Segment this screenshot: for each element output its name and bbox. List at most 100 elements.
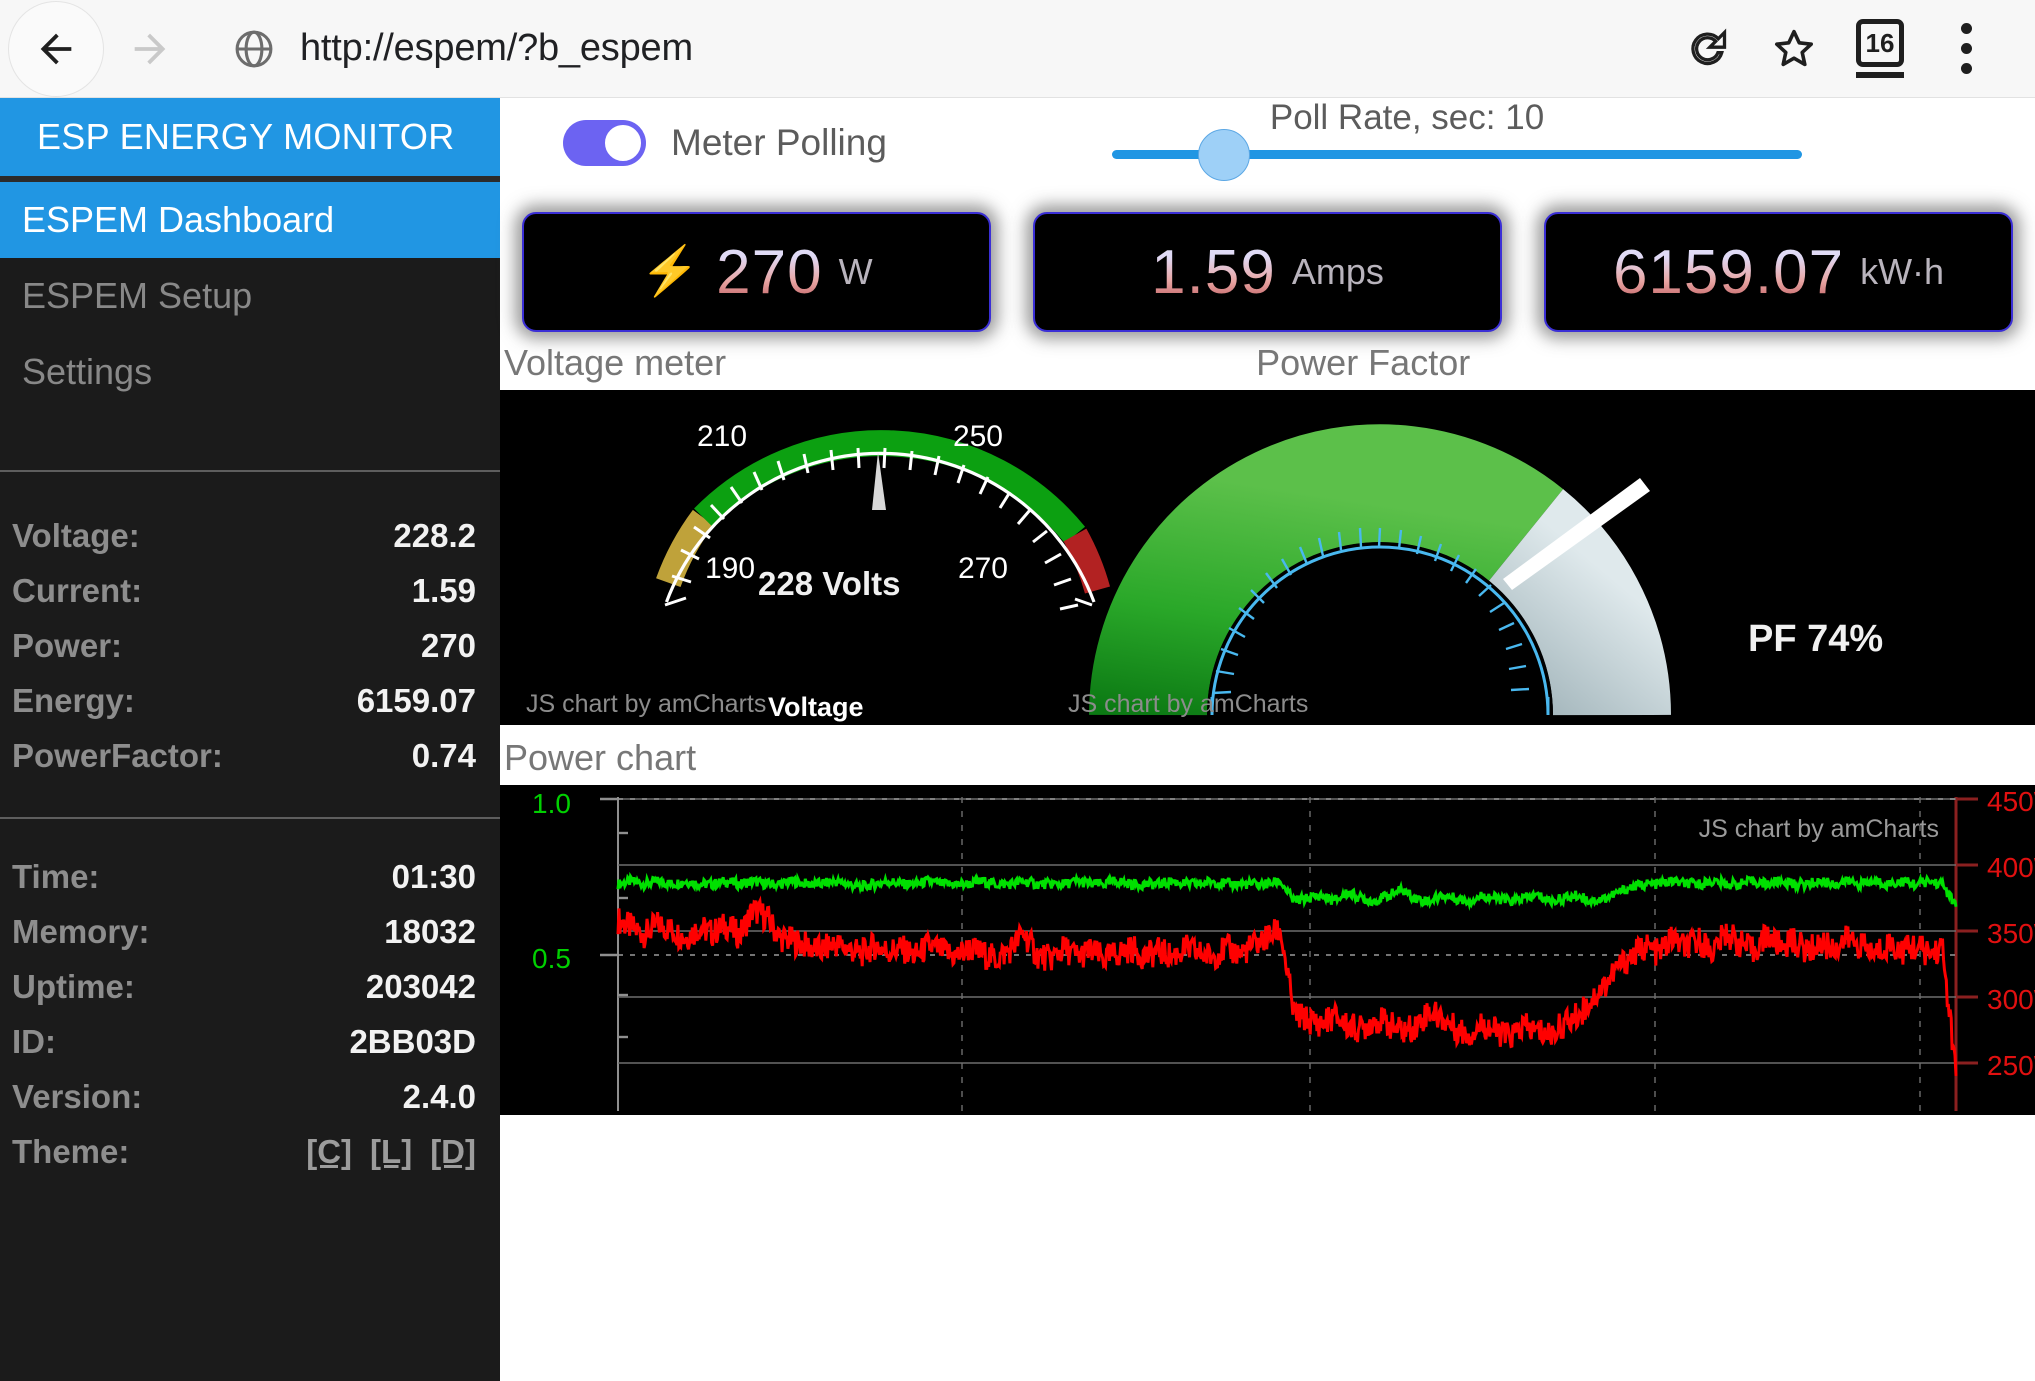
gauge-headers: Voltage meter Power Factor [500, 332, 2035, 390]
stat-value: 18032 [384, 913, 476, 951]
meter-polling-toggle[interactable] [563, 120, 646, 166]
voltage-meter-title: Voltage meter [504, 342, 1256, 384]
theme-option-d[interactable]: [D] [430, 1133, 476, 1171]
stat-row-version: Version: 2.4.0 [12, 1069, 476, 1124]
left-axis-ticks [600, 799, 628, 1037]
gauges-panel: 190 210 230 250 270 [500, 390, 2035, 725]
stat-value: 2.4.0 [403, 1078, 476, 1116]
stat-value: 01:30 [392, 858, 476, 896]
stat-row-current: Current: 1.59 [12, 563, 476, 618]
reload-button[interactable] [1665, 1, 1751, 97]
right-axis-label-450: 450W [1987, 786, 2035, 818]
stat-row-id: ID: 2BB03D [12, 1014, 476, 1069]
bookmark-button[interactable] [1751, 1, 1837, 97]
browser-toolbar: http://espem/?b_espem 16 [0, 0, 2035, 98]
power-chart-watermark: JS chart by amCharts [1699, 815, 1939, 844]
sidebar-spacer [0, 410, 500, 470]
svg-text:250: 250 [953, 420, 1003, 453]
sidebar-item-espem-setup[interactable]: ESPEM Setup [0, 258, 500, 334]
sidebar: ESP ENERGY MONITOR ESPEM Dashboard ESPEM… [0, 98, 500, 1381]
stat-value: 2BB03D [349, 1023, 476, 1061]
tab-underline [1856, 72, 1904, 78]
stat-label: Version: [12, 1078, 142, 1116]
power-factor-gauge-chart [1040, 390, 1820, 725]
stat-label: Time: [12, 858, 99, 896]
stat-value: 270 [421, 627, 476, 665]
pf-gauge-watermark: JS chart by amCharts [1068, 690, 1308, 719]
metric-card-current: 1.59 Amps [1033, 212, 1502, 332]
stat-value: 228.2 [393, 517, 476, 555]
metric-cards: ⚡ 270 W 1.59 Amps 6159.07 kW·h [500, 208, 2035, 332]
site-info-button[interactable] [222, 1, 286, 97]
right-axis-label-350: 350W [1987, 918, 2035, 950]
voltage-gauge-watermark: JS chart by amCharts [526, 690, 766, 719]
metric-card-power: ⚡ 270 W [522, 212, 991, 332]
sidebar-item-label: ESPEM Dashboard [22, 199, 334, 241]
slider-thumb[interactable] [1198, 129, 1250, 181]
right-axis-ticks [1956, 799, 1978, 1063]
poll-rate-slider[interactable] [1112, 150, 1802, 159]
stat-row-theme: Theme: [C] [L] [D] [12, 1124, 476, 1179]
meter-polling-label: Meter Polling [671, 122, 887, 164]
toggle-knob [603, 123, 643, 163]
power-chart-panel: 1.0 0.5 450W 400W 350W 300W 250W JS char… [500, 785, 2035, 1115]
url-bar[interactable]: http://espem/?b_espem [300, 27, 693, 70]
app-title: ESP ENERGY MONITOR [0, 98, 500, 176]
metric-unit: Amps [1292, 251, 1384, 293]
star-icon [1770, 25, 1818, 73]
metric-value: 6159.07 [1613, 237, 1844, 308]
lightning-bolt-icon: ⚡ [640, 248, 700, 296]
theme-switcher: [C] [L] [D] [306, 1133, 476, 1171]
controls-row: Meter Polling Poll Rate, sec: 10 [500, 98, 2035, 208]
sidebar-item-label: Settings [22, 351, 152, 393]
slider-track[interactable] [1112, 150, 1802, 159]
stat-label: Power: [12, 627, 122, 665]
svg-text:190: 190 [705, 552, 755, 585]
stat-label: Current: [12, 572, 142, 610]
stat-value: 203042 [366, 968, 476, 1006]
stat-label: Voltage: [12, 517, 140, 555]
power-series [618, 901, 1956, 1076]
power-factor-title: Power Factor [1256, 342, 2008, 384]
forward-button[interactable] [110, 1, 190, 97]
stat-row-power: Power: 270 [12, 618, 476, 673]
voltage-axis-title: Voltage [768, 692, 864, 723]
metric-unit: W [839, 251, 873, 293]
stat-value: 1.59 [412, 572, 476, 610]
forward-arrow-icon [127, 26, 173, 72]
stat-row-energy: Energy: 6159.07 [12, 673, 476, 728]
stat-label: PowerFactor: [12, 737, 223, 775]
stat-label: Energy: [12, 682, 135, 720]
svg-text:210: 210 [697, 420, 747, 453]
meter-stats-list: Voltage: 228.2 Current: 1.59 Power: 270 … [0, 472, 500, 817]
sidebar-item-espem-dashboard[interactable]: ESPEM Dashboard [0, 182, 500, 258]
power-factor-series [618, 876, 1956, 906]
stat-label: Theme: [12, 1133, 129, 1171]
browser-menu-button[interactable] [1923, 1, 2009, 97]
main-content: Meter Polling Poll Rate, sec: 10 ⚡ 270 W… [500, 98, 2035, 1381]
power-chart-title: Power chart [504, 737, 2035, 779]
stat-label: Memory: [12, 913, 150, 951]
theme-option-l[interactable]: [L] [370, 1133, 412, 1171]
meter-polling-control[interactable]: Meter Polling [563, 120, 887, 166]
metric-value: 1.59 [1151, 237, 1276, 308]
sidebar-item-settings[interactable]: Settings [0, 334, 500, 410]
pf-center-value: PF 74% [1748, 618, 1883, 661]
svg-text:270: 270 [958, 552, 1008, 585]
theme-option-c[interactable]: [C] [306, 1133, 352, 1171]
right-axis-label-400: 400W [1987, 852, 2035, 884]
left-axis-label-05: 0.5 [532, 943, 571, 975]
sidebar-item-label: ESPEM Setup [22, 275, 252, 317]
tab-switcher-button[interactable]: 16 [1837, 1, 1923, 97]
stat-row-uptime: Uptime: 203042 [12, 959, 476, 1014]
stat-row-voltage: Voltage: 228.2 [12, 508, 476, 563]
stat-row-time: Time: 01:30 [12, 849, 476, 904]
stat-row-memory: Memory: 18032 [12, 904, 476, 959]
reload-icon [1686, 27, 1730, 71]
right-axis-label-250: 250W [1987, 1050, 2035, 1082]
stat-value: 0.74 [412, 737, 476, 775]
stat-label: Uptime: [12, 968, 135, 1006]
back-arrow-icon [33, 26, 79, 72]
stat-label: ID: [12, 1023, 56, 1061]
back-button[interactable] [8, 1, 104, 97]
